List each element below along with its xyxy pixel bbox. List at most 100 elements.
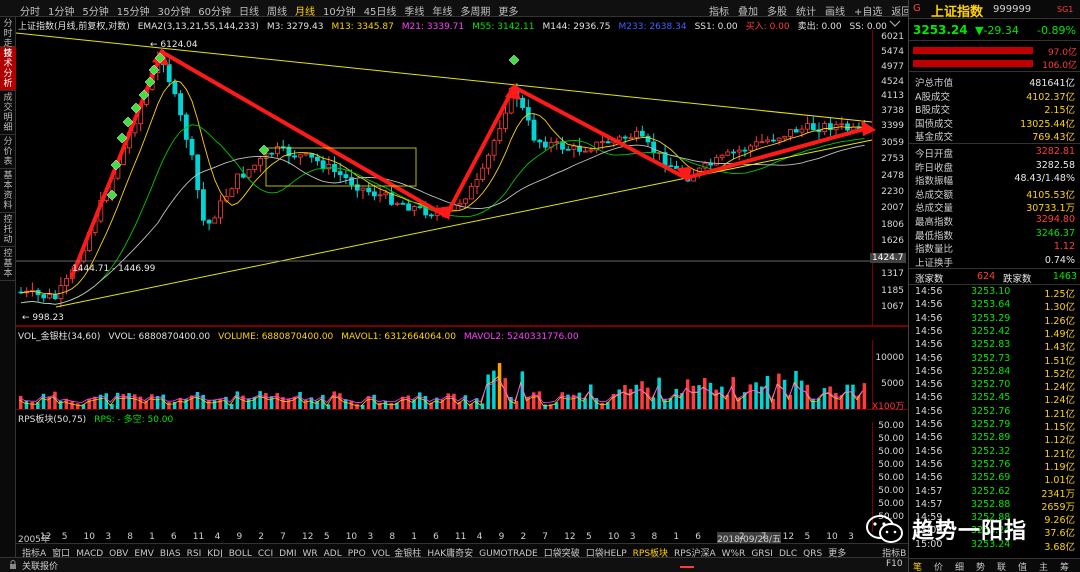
price-axis-label: 3059	[881, 137, 904, 148]
period-tab[interactable]: 10分钟	[323, 3, 356, 18]
vtab-price-table[interactable]: 分价表	[0, 135, 16, 169]
tool-stats-button[interactable]: 统计	[796, 3, 816, 18]
quote-bottom-tab[interactable]: 势	[976, 560, 985, 572]
stat-row: 昨日收盘 3282.58	[909, 160, 1079, 174]
quote-bottom-tab[interactable]: 笔	[913, 560, 922, 572]
volume-bar	[486, 374, 490, 409]
quote-bottom-tab[interactable]: 细	[955, 560, 964, 572]
volume-bar	[104, 393, 108, 409]
outflow-bar	[913, 60, 1033, 67]
stat-row: 国债成交 13025.44亿	[909, 116, 1079, 130]
period-tab[interactable]: 30分钟	[157, 3, 190, 18]
tick-row[interactable]: 14:57 3252.62 2341万	[909, 486, 1079, 500]
add-watchlist-button[interactable]: +自选	[854, 3, 882, 18]
time-axis-label: 2	[520, 532, 527, 542]
wechat-icon	[866, 515, 903, 543]
period-tab[interactable]: 60分钟	[198, 3, 231, 18]
up-count-label: 涨家数	[915, 274, 944, 285]
tick-row[interactable]: 14:56 3252.84 1.52亿	[909, 366, 1079, 380]
volume-bar	[640, 381, 644, 409]
scroll-indicator[interactable]	[680, 566, 694, 568]
volume-bar	[275, 393, 279, 409]
tick-row[interactable]: 14:56 3252.79 1.15亿	[909, 419, 1079, 433]
period-tab[interactable]: 分时	[20, 3, 40, 18]
candle-body	[200, 189, 206, 221]
tool-indicator-button[interactable]: 指标	[709, 3, 729, 18]
volume-bar	[70, 401, 74, 409]
volume-chart[interactable]	[16, 340, 908, 410]
period-tab[interactable]: 多周期	[460, 3, 490, 18]
vtab-technical[interactable]: 技术分析	[0, 47, 16, 91]
candle-body	[571, 145, 577, 150]
period-tab[interactable]: 5分钟	[82, 3, 108, 18]
period-tab[interactable]: 季线	[404, 3, 424, 18]
vtab-deals[interactable]: 成交明细	[0, 91, 16, 135]
volume-bar	[623, 384, 627, 409]
candle-body	[651, 141, 657, 154]
stat-label: A股成交	[915, 91, 950, 103]
candle-body	[52, 294, 58, 299]
group-tag[interactable]: SG1	[1057, 5, 1073, 14]
period-tab-active[interactable]: 月线	[295, 3, 315, 18]
quote-bottom-tab[interactable]: 联	[997, 560, 1006, 572]
candle-body	[360, 187, 366, 191]
time-axis-label: 11	[454, 532, 467, 542]
collapse-icon[interactable]	[884, 18, 906, 30]
stat-value: 4102.37亿	[1026, 91, 1075, 103]
volume-bar	[24, 400, 29, 409]
period-tab[interactable]: 更多	[498, 3, 518, 18]
volume-bar	[41, 393, 46, 409]
candle-body	[485, 154, 491, 169]
candle-body	[736, 149, 742, 153]
price-axis-label: 2753	[881, 154, 904, 165]
candle-body	[337, 171, 343, 176]
quote-bottom-tab[interactable]: 筹	[1060, 560, 1069, 572]
candle-body	[759, 141, 765, 144]
tool-draw-button[interactable]: 画线	[825, 3, 845, 18]
volume-bar	[127, 393, 131, 409]
quote-bottom-tab[interactable]: 价	[934, 560, 943, 572]
candle-body	[714, 157, 719, 166]
tick-row[interactable]: 14:56 3252.83 1.43亿	[909, 339, 1079, 353]
vtab-control[interactable]: 控托动	[0, 213, 16, 247]
tick-price: 3252.70	[971, 379, 1011, 391]
period-tab[interactable]: 15分钟	[117, 3, 150, 18]
stat-label: 今日开盘	[915, 149, 954, 160]
tick-row[interactable]: 14:56 3252.89 1.12亿	[909, 432, 1079, 446]
quote-bottom-tab[interactable]: 值	[1018, 560, 1027, 572]
period-tab[interactable]: 年线	[432, 3, 452, 18]
price-axis-label: 1806	[881, 219, 904, 230]
rps-chart[interactable]	[16, 422, 908, 532]
candle-body	[799, 128, 805, 133]
volume-bar	[663, 398, 667, 409]
tick-row[interactable]: 14:56 3252.70 1.24亿	[909, 379, 1079, 393]
tick-row[interactable]: 14:56 3252.73 1.51亿	[909, 353, 1079, 367]
vtab-control-basic[interactable]: 控基本	[0, 247, 16, 281]
period-tab[interactable]: 1分钟	[48, 3, 74, 18]
related-quote-label[interactable]: 关联报价	[22, 559, 58, 572]
trendline-upper	[16, 32, 873, 123]
tick-row[interactable]: 14:56 3252.45 1.24亿	[909, 392, 1079, 407]
tool-multi-button[interactable]: 多股	[767, 3, 787, 18]
volume-bar	[600, 402, 604, 409]
candle-body	[280, 146, 286, 149]
quote-bottom-tab[interactable]: 主	[1039, 560, 1048, 572]
tick-row[interactable]: 14:56 3252.76 1.21亿	[909, 406, 1079, 420]
tool-overlay-button[interactable]: 叠加	[738, 3, 758, 18]
period-tab[interactable]: 周线	[267, 3, 287, 18]
candle-body	[406, 203, 412, 211]
tick-row[interactable]: 14:56 3252.32 1.21亿	[909, 446, 1079, 460]
f10-button[interactable]: F10	[886, 559, 903, 569]
tick-row[interactable]: 14:56 3252.42 1.49亿	[909, 326, 1079, 340]
period-tab[interactable]: 日线	[239, 3, 259, 18]
tick-row[interactable]: 14:56 3252.76 1.19亿	[909, 459, 1079, 473]
tick-row[interactable]: 14:56 3252.69 1.01亿	[909, 472, 1079, 486]
candlestick-chart[interactable]	[16, 30, 908, 326]
vtab-fundamentals[interactable]: 基本资料	[0, 169, 16, 213]
tick-row[interactable]: 14:56 3253.10 1.25亿	[909, 286, 1079, 300]
tick-row[interactable]: 14:56 3253.64 1.30亿	[909, 299, 1079, 313]
tick-row[interactable]: 14:56 3253.29 1.26亿	[909, 313, 1079, 327]
tick-volume: 1.24亿	[1044, 395, 1075, 407]
period-tab[interactable]: 45日线	[364, 3, 397, 18]
vtab-timeshare[interactable]: 分时走势	[0, 17, 16, 59]
